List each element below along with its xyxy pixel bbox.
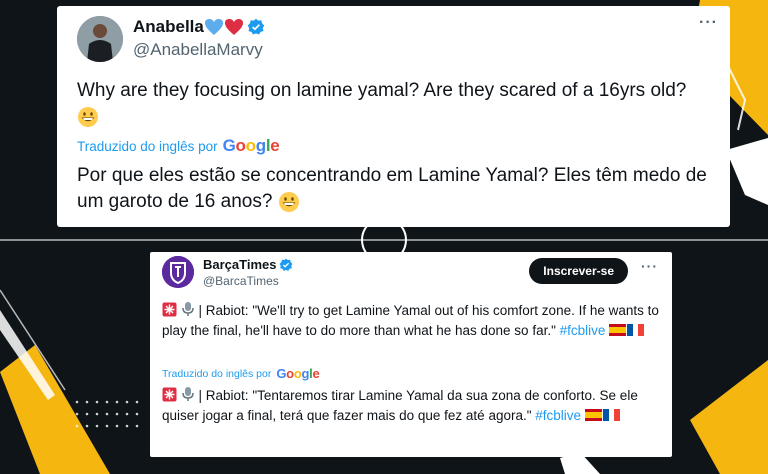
avatar[interactable] bbox=[162, 256, 194, 288]
flag-spain-icon bbox=[584, 409, 602, 421]
siren-icon bbox=[162, 387, 177, 402]
tweet-card-barcatimes: BarçaTimes @BarcaTimes Inscrever-se ··· … bbox=[150, 252, 672, 457]
display-name[interactable]: BarçaTimes bbox=[203, 257, 276, 272]
red-heart-icon bbox=[224, 19, 243, 35]
author-name-row: Anabella bbox=[133, 17, 265, 37]
subscribe-button[interactable]: Inscrever-se bbox=[529, 258, 628, 284]
author-handle[interactable]: @BarcaTimes bbox=[203, 274, 279, 288]
translated-by-label: Traduzido do inglês por Google bbox=[162, 366, 320, 381]
siren-icon bbox=[162, 302, 177, 317]
author-handle[interactable]: @AnabellaMarvy bbox=[133, 40, 263, 60]
google-logo: Google bbox=[222, 136, 280, 155]
translated-text: Por que eles estão se concentrando em La… bbox=[77, 163, 722, 215]
verified-badge-icon bbox=[247, 18, 265, 35]
author-name-row: BarçaTimes bbox=[203, 257, 293, 272]
flag-spain-icon bbox=[609, 324, 627, 336]
hashtag-link[interactable]: #fcblive bbox=[560, 323, 606, 338]
grinning-face-icon bbox=[278, 191, 299, 212]
flag-france-icon bbox=[602, 409, 620, 421]
grinning-face-icon bbox=[78, 106, 98, 127]
flag-france-icon bbox=[627, 324, 645, 336]
tweet-card-anabella: Anabella @AnabellaMarvy ··· Why are they… bbox=[57, 6, 730, 227]
more-options-button[interactable]: ··· bbox=[641, 258, 658, 274]
display-name[interactable]: Anabella bbox=[133, 17, 204, 37]
verified-badge-icon bbox=[280, 258, 293, 271]
translated-by-label: Traduzido do inglês por Google bbox=[77, 136, 280, 156]
avatar[interactable] bbox=[77, 16, 123, 62]
microphone-icon bbox=[182, 302, 194, 316]
translated-label-text[interactable]: Traduzido do inglês por bbox=[77, 139, 218, 154]
translated-text: | Rabiot: "Tentaremos tirar Lamine Yamal… bbox=[162, 386, 662, 426]
tweet-text-content: Why are they focusing on lamine yamal? A… bbox=[77, 80, 687, 101]
hashtag-link[interactable]: #fcblive bbox=[535, 408, 581, 423]
translated-text-content: Por que eles estão se concentrando em La… bbox=[77, 165, 707, 212]
tweet-text: | Rabiot: "We'll try to get Lamine Yamal… bbox=[162, 301, 662, 341]
tweet-text: Why are they focusing on lamine yamal? A… bbox=[77, 78, 722, 130]
more-options-button[interactable]: ··· bbox=[699, 14, 718, 32]
google-logo: Google bbox=[276, 366, 320, 381]
translated-label-text[interactable]: Traduzido do inglês por bbox=[162, 368, 271, 380]
blue-heart-icon bbox=[204, 19, 223, 35]
microphone-icon bbox=[182, 387, 194, 401]
